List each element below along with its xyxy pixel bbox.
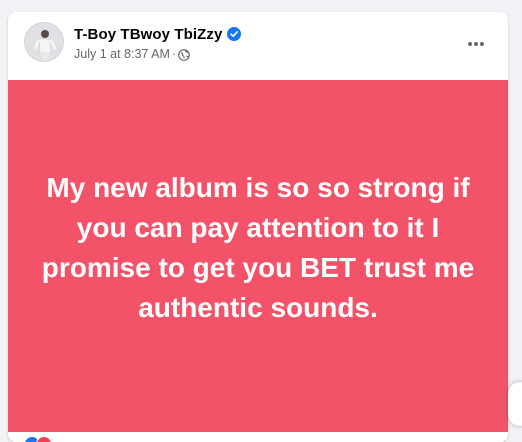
post-meta: July 1 at 8:37 AM · — [74, 46, 190, 62]
post-card: T-Boy TBwoy TbiZzy July 1 at 8:37 AM · M… — [8, 12, 508, 442]
post-header: T-Boy TBwoy TbiZzy July 1 at 8:37 AM · — [8, 12, 508, 80]
meta-separator: · — [171, 47, 177, 61]
author-name-row: T-Boy TBwoy TbiZzy — [74, 24, 242, 44]
avatar-image — [25, 23, 63, 61]
post-background: My new album is so so strong if you can … — [8, 80, 508, 432]
post-timestamp-link[interactable]: July 1 at 8:37 AM — [74, 47, 170, 61]
post-text: My new album is so so strong if you can … — [41, 172, 475, 323]
reaction-icons[interactable] — [24, 436, 52, 442]
verified-badge-icon — [227, 27, 242, 41]
scroll-up-button[interactable] — [508, 382, 522, 426]
author-name-link[interactable]: T-Boy TBwoy TbiZzy — [74, 26, 222, 43]
ellipsis-icon — [468, 42, 484, 46]
author-avatar[interactable] — [24, 22, 64, 62]
reactions-strip — [8, 432, 508, 442]
more-options-button[interactable] — [458, 30, 494, 58]
love-reaction-icon — [36, 436, 52, 442]
globe-icon[interactable] — [178, 48, 190, 61]
